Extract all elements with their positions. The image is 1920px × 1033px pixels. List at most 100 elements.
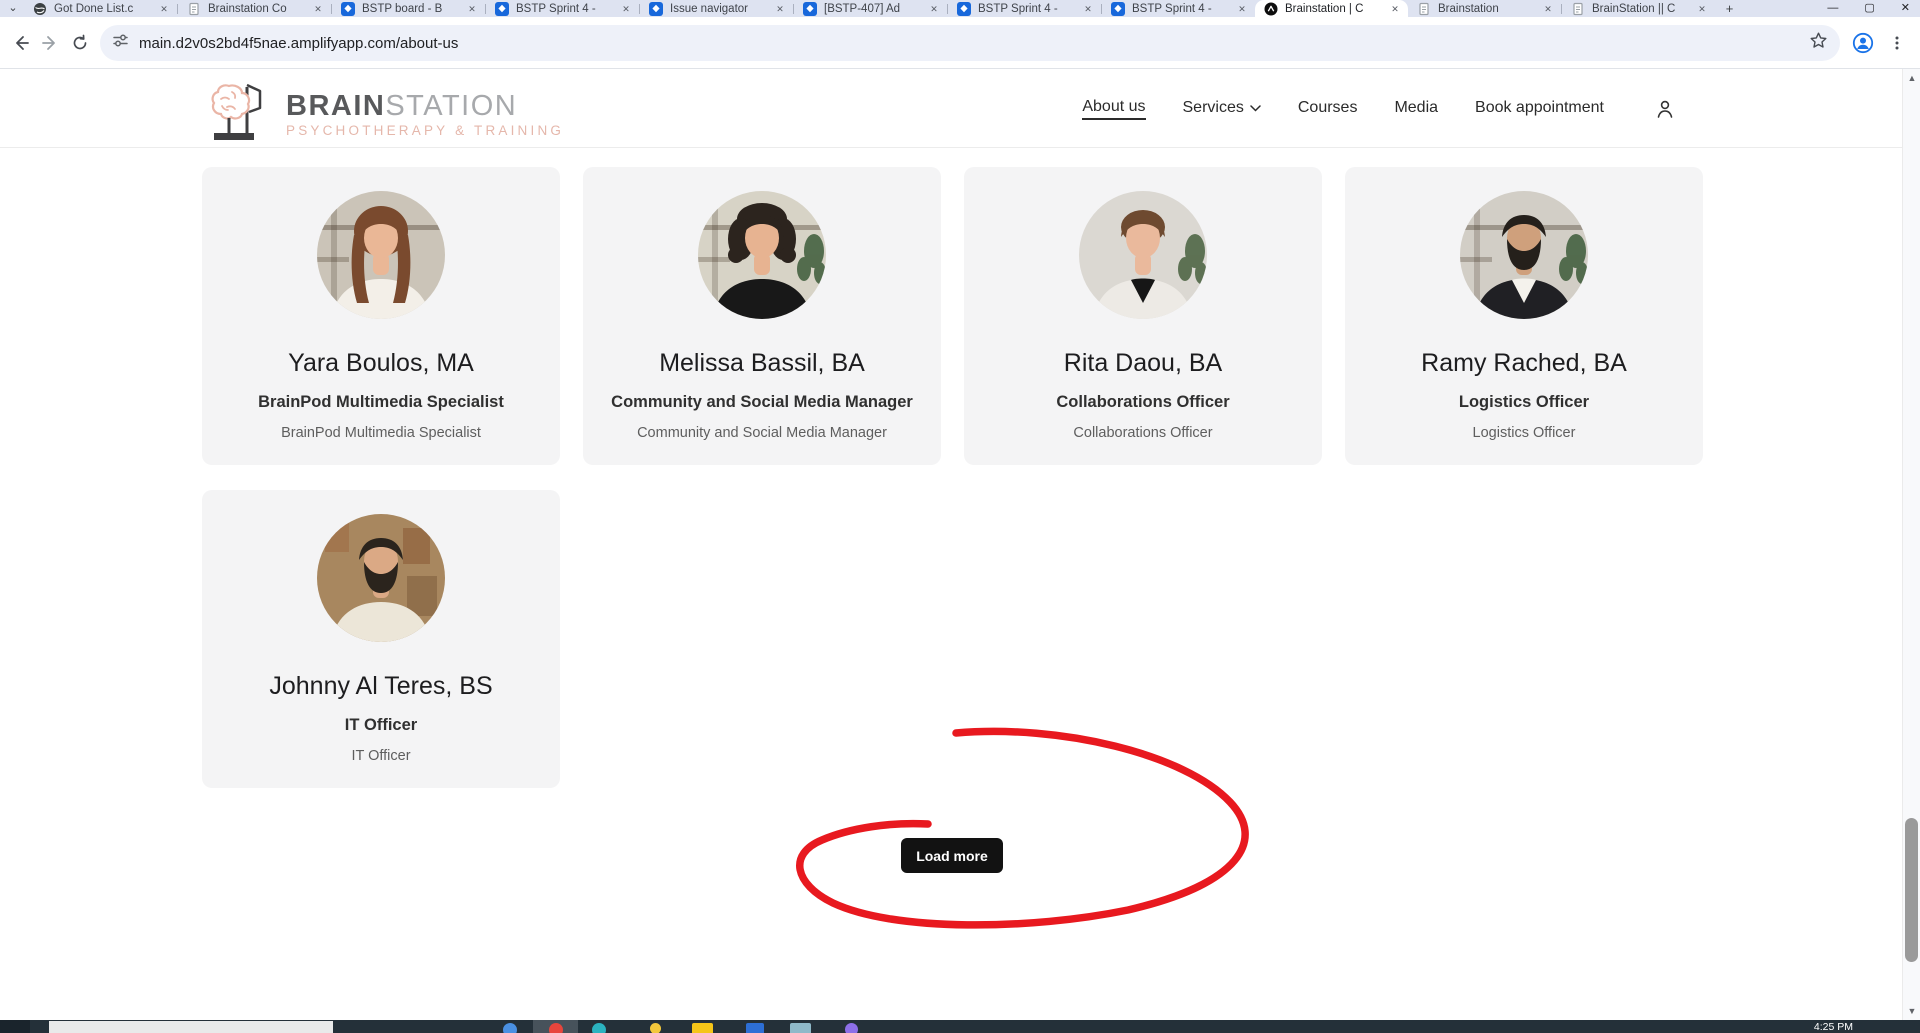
tab-close-icon[interactable]: ✕ [1696, 3, 1708, 15]
member-subrole: Logistics Officer [1473, 425, 1576, 441]
reload-button[interactable] [65, 28, 95, 58]
member-role: IT Officer [345, 716, 417, 735]
member-subrole: Community and Social Media Manager [637, 425, 887, 441]
browser-tab-1[interactable]: Got Done List.c✕ [24, 0, 177, 17]
tab-search-chevron-icon[interactable]: ⌄ [6, 1, 20, 15]
browser-tab-7[interactable]: BSTP Sprint 4 -✕ [948, 0, 1101, 17]
tab-label: Brainstation | C [1285, 3, 1389, 15]
tab-label: Got Done List.c [54, 3, 158, 15]
browser-tab-10[interactable]: Brainstation✕ [1408, 0, 1561, 17]
browser-tab-9[interactable]: Brainstation | C✕ [1255, 0, 1408, 17]
tab-close-icon[interactable]: ✕ [312, 3, 324, 15]
member-role: BrainPod Multimedia Specialist [258, 393, 504, 412]
browser-tab-2[interactable]: Brainstation Co✕ [178, 0, 331, 17]
taskbar-app-window-icon[interactable] [790, 1023, 811, 1033]
tab-close-icon[interactable]: ✕ [620, 3, 632, 15]
taskbar-app-purple-icon[interactable] [845, 1023, 858, 1033]
profile-avatar-icon[interactable] [1848, 28, 1878, 58]
window-maximize-button[interactable]: ▢ [1864, 0, 1874, 17]
browser-tab-4[interactable]: BSTP Sprint 4 -✕ [486, 0, 639, 17]
tab-close-icon[interactable]: ✕ [928, 3, 940, 15]
member-name: Ramy Rached, BA [1421, 349, 1627, 378]
member-name: Rita Daou, BA [1064, 349, 1222, 378]
taskbar: 4:25 PM [0, 1020, 1920, 1033]
browser-tab-5[interactable]: Issue navigator✕ [640, 0, 793, 17]
doc-favicon-icon [1571, 2, 1585, 16]
taskbar-app-red-active-icon[interactable] [533, 1020, 578, 1033]
account-person-icon[interactable] [1655, 99, 1675, 124]
taskbar-app-yellow-icon[interactable] [692, 1023, 713, 1033]
tab-label: BrainStation || C [1592, 3, 1696, 15]
tab-label: BSTP board - B [362, 3, 466, 15]
new-tab-button[interactable]: + [1722, 1, 1737, 16]
taskbar-app-blue-icon[interactable] [503, 1023, 517, 1033]
member-role: Community and Social Media Manager [611, 393, 913, 412]
member-photo [1079, 191, 1207, 319]
load-more-button[interactable]: Load more [901, 838, 1003, 873]
doc-favicon-icon [187, 2, 201, 16]
logo-text: BRAINSTATION PSYCHOTHERAPY & TRAINING [286, 77, 564, 138]
team-member-card-rita: Rita Daou, BACollaborations OfficerColla… [964, 167, 1322, 465]
nav-item-media[interactable]: Media [1394, 99, 1438, 119]
member-name: Yara Boulos, MA [288, 349, 474, 378]
browser-tab-8[interactable]: BSTP Sprint 4 -✕ [1102, 0, 1255, 17]
browser-tab-6[interactable]: [BSTP-407] Ad✕ [794, 0, 947, 17]
page-scrollbar[interactable]: ▲ ▼ [1902, 69, 1920, 1020]
tab-close-icon[interactable]: ✕ [1389, 3, 1401, 15]
member-name: Johnny Al Teres, BS [269, 672, 492, 701]
taskbar-app-gold-icon[interactable] [650, 1023, 661, 1033]
jira-favicon-icon [341, 2, 355, 16]
brand-tagline: PSYCHOTHERAPY & TRAINING [286, 123, 564, 138]
forward-button[interactable] [35, 28, 65, 58]
scrollbar-down-arrow[interactable]: ▼ [1903, 1004, 1920, 1018]
member-subrole: IT Officer [351, 748, 410, 764]
tab-label: BSTP Sprint 4 - [516, 3, 620, 15]
nav-item-label: About us [1082, 98, 1145, 116]
team-cards-grid: Yara Boulos, MA BrainPod Multimedia Speci… [202, 167, 1727, 788]
taskbar-app-teal-icon[interactable] [592, 1023, 606, 1033]
tab-label: BSTP Sprint 4 - [1132, 3, 1236, 15]
nav-item-courses[interactable]: Courses [1298, 99, 1358, 119]
member-subrole: Collaborations Officer [1073, 425, 1212, 441]
taskbar-clock: 4:25 PM [1814, 1021, 1853, 1033]
nav-item-label: Book appointment [1475, 99, 1604, 117]
bookmark-star-icon[interactable] [1809, 31, 1828, 55]
team-member-card-yara: Yara Boulos, MA BrainPod Multimedia Speci… [202, 167, 560, 465]
nav-item-book-appointment[interactable]: Book appointment [1475, 99, 1604, 119]
url-text[interactable]: main.d2v0s2bd4f5nae.amplifyapp.com/about… [139, 35, 1809, 52]
window-close-button[interactable]: ✕ [1901, 0, 1910, 17]
tab-close-icon[interactable]: ✕ [1542, 3, 1554, 15]
window-minimize-button[interactable]: — [1827, 0, 1838, 17]
browser-tab-11[interactable]: BrainStation || C✕ [1562, 0, 1715, 17]
tab-label: [BSTP-407] Ad [824, 3, 928, 15]
tab-close-icon[interactable]: ✕ [158, 3, 170, 15]
team-member-card-johnny: Johnny Al Teres, BS IT Officer IT Officer [202, 490, 560, 788]
browser-tab-3[interactable]: BSTP board - B✕ [332, 0, 485, 17]
tab-close-icon[interactable]: ✕ [1236, 3, 1248, 15]
tab-close-icon[interactable]: ✕ [774, 3, 786, 15]
member-photo [698, 191, 826, 319]
brainstation-logo[interactable]: BRAINSTATION PSYCHOTHERAPY & TRAINING [202, 77, 564, 146]
taskbar-search-box[interactable] [49, 1021, 333, 1033]
scrollbar-thumb[interactable] [1905, 818, 1918, 962]
scrollbar-up-arrow[interactable]: ▲ [1903, 71, 1920, 85]
member-photo [1460, 191, 1588, 319]
nav-item-label: Courses [1298, 99, 1358, 117]
taskbar-start-corner[interactable] [0, 1020, 30, 1033]
team-member-card-melissa: Melissa Bassil, BACommunity and Social M… [583, 167, 941, 465]
team-member-card-ramy: Ramy Rached, BALogistics OfficerLogistic… [1345, 167, 1703, 465]
tab-close-icon[interactable]: ✕ [1082, 3, 1094, 15]
menu-kebab-icon[interactable] [1882, 28, 1912, 58]
chevron-down-icon [1250, 99, 1261, 117]
back-button[interactable] [6, 28, 36, 58]
nav-item-about-us[interactable]: About us [1082, 98, 1145, 120]
tab-label: Brainstation [1438, 3, 1542, 15]
address-bar[interactable]: main.d2v0s2bd4f5nae.amplifyapp.com/about… [100, 25, 1840, 61]
taskbar-app-blue-doc-icon[interactable] [746, 1023, 764, 1033]
brand-secondary: STATION [385, 90, 517, 122]
site-settings-icon[interactable] [112, 32, 129, 54]
doc-favicon-icon [1417, 2, 1431, 16]
jira-favicon-icon [957, 2, 971, 16]
nav-item-services[interactable]: Services [1183, 99, 1261, 119]
tab-close-icon[interactable]: ✕ [466, 3, 478, 15]
